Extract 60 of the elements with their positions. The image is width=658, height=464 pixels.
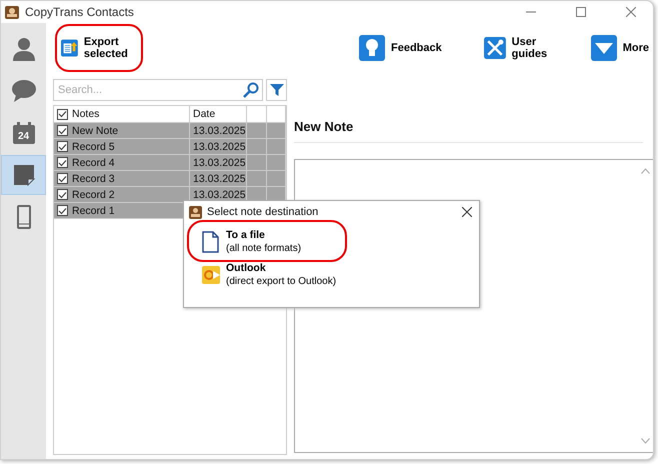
sticky-note-icon: [12, 163, 36, 187]
filter-button[interactable]: [266, 79, 287, 101]
checkbox[interactable]: [57, 141, 68, 152]
option-description: (direct export to Outlook): [226, 276, 336, 287]
table-cell: Record 2: [72, 188, 115, 200]
search-icon: [243, 82, 259, 98]
sidebar-item[interactable]: 24: [1, 113, 46, 153]
table-row[interactable]: Record 4 13.03.2025: [54, 155, 286, 171]
table-cell: Record 5: [72, 140, 115, 152]
table-row[interactable]: Record 3 13.03.2025: [54, 171, 286, 187]
document-icon: [202, 230, 220, 252]
table-cell: 13.03.2025: [190, 171, 247, 186]
checkbox[interactable]: [57, 157, 68, 168]
toolbar-button[interactable]: Feedback: [355, 31, 446, 65]
search-field[interactable]: Search...: [53, 79, 263, 101]
table-cell: New Note: [72, 124, 118, 136]
scroll-down-icon: [640, 438, 650, 444]
checkbox[interactable]: [57, 205, 68, 216]
close-icon: [462, 207, 472, 217]
checkbox[interactable]: [57, 189, 68, 200]
option-description: (all note formats): [226, 243, 302, 254]
app-icon: [189, 206, 202, 218]
column-header[interactable]: Notes: [54, 106, 190, 122]
column-label: Notes: [72, 108, 100, 120]
checkbox[interactable]: [57, 108, 68, 120]
option-label: To a file: [226, 229, 266, 241]
checkbox[interactable]: [57, 173, 68, 184]
table-cell: Record 3: [72, 172, 115, 184]
table-cell: 13.03.2025: [190, 155, 247, 170]
person-icon: [12, 37, 36, 61]
destination-option[interactable]: To a file (all note formats): [184, 227, 479, 256]
option-label: Outlook: [226, 262, 267, 274]
speech-bubble-icon: [12, 79, 36, 103]
table-row[interactable]: Record 5 13.03.2025: [54, 139, 286, 155]
close-icon: [626, 7, 636, 17]
table-row[interactable]: New Note 13.03.2025: [54, 123, 286, 139]
window-title: CopyTrans Contacts: [25, 5, 135, 19]
checkbox[interactable]: [57, 125, 68, 136]
toolbar-button[interactable]: Export selected: [57, 31, 142, 65]
close-button[interactable]: [460, 205, 474, 219]
calendar-day: 24: [2, 131, 45, 142]
table-cell: 13.03.2025: [190, 139, 247, 154]
lightbulb-icon: [359, 35, 385, 61]
app-icon: [5, 5, 19, 19]
filter-icon: [270, 83, 284, 97]
table-row[interactable]: Record 2 13.03.2025: [54, 187, 286, 203]
table-cell: Record 4: [72, 156, 115, 168]
sidebar-item[interactable]: [1, 155, 46, 195]
destination-option[interactable]: Outlook (direct export to Outlook): [184, 260, 479, 289]
scroll-up-icon: [640, 168, 650, 174]
caret-icon: [590, 35, 617, 61]
toolbar-button[interactable]: More: [586, 31, 653, 65]
calendar-icon: [12, 121, 36, 145]
maximize-icon: [576, 7, 586, 17]
tools-icon: [484, 35, 506, 61]
table-cell: Record 1: [72, 204, 115, 216]
note-title: New Note: [294, 119, 643, 143]
toolbar-button[interactable]: User guides: [480, 31, 569, 65]
column-header[interactable]: Date: [190, 106, 247, 122]
table-cell: 13.03.2025: [190, 123, 247, 138]
